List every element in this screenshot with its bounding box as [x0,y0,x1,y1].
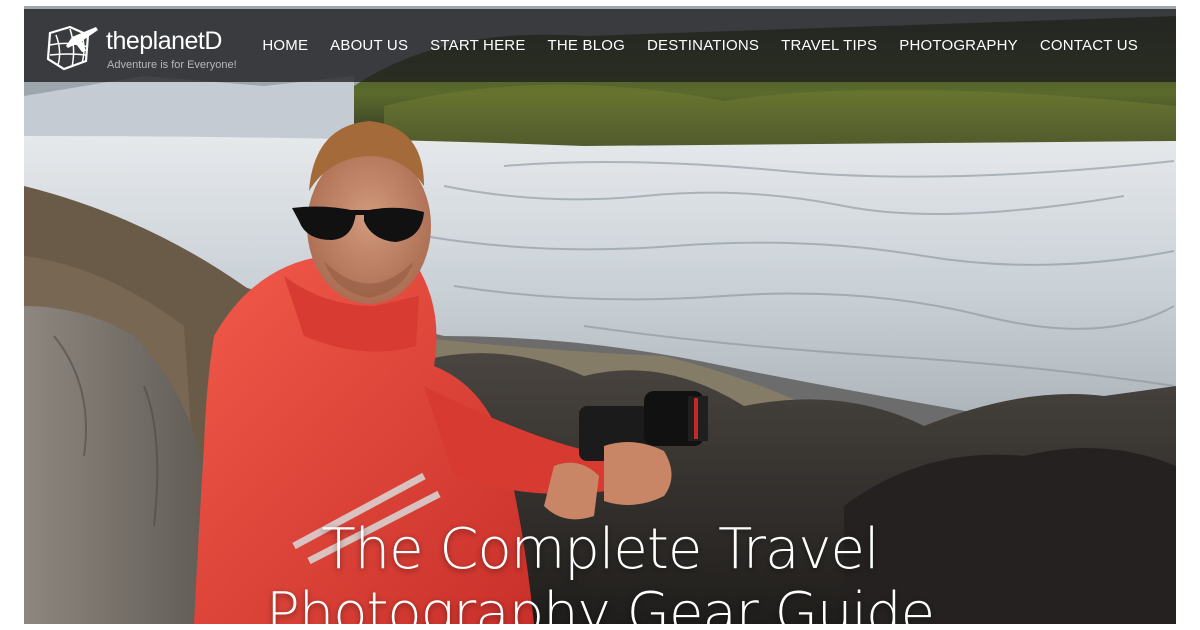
nav-item-about-us[interactable]: ABOUT US [330,37,408,54]
nav-item-travel-tips[interactable]: TRAVEL TIPS [781,37,877,54]
top-navigation-bar: theplanetD Adventure is for Everyone! HO… [24,9,1176,82]
site-logo[interactable]: theplanetD Adventure is for Everyone! [42,21,282,76]
nav-item-the-blog[interactable]: THE BLOG [548,37,625,54]
nav-item-start-here[interactable]: START HERE [430,37,525,54]
site-tagline: Adventure is for Everyone! [107,59,237,71]
hero-title: The Complete Travel Photography Gear Gui… [24,516,1176,624]
hero-banner: theplanetD Adventure is for Everyone! HO… [24,6,1176,624]
main-menu: HOME ABOUT US START HERE THE BLOG DESTIN… [262,9,1138,82]
nav-item-destinations[interactable]: DESTINATIONS [647,37,759,54]
site-name: theplanetD [106,27,222,55]
nav-item-contact-us[interactable]: CONTACT US [1040,37,1138,54]
nav-item-home[interactable]: HOME [262,37,308,54]
globe-airplane-logo-icon [46,25,98,71]
hero-title-line-1: The Complete Travel [321,516,879,582]
hero-title-line-2: Photography Gear Guide [265,580,935,624]
nav-item-photography[interactable]: PHOTOGRAPHY [899,37,1018,54]
